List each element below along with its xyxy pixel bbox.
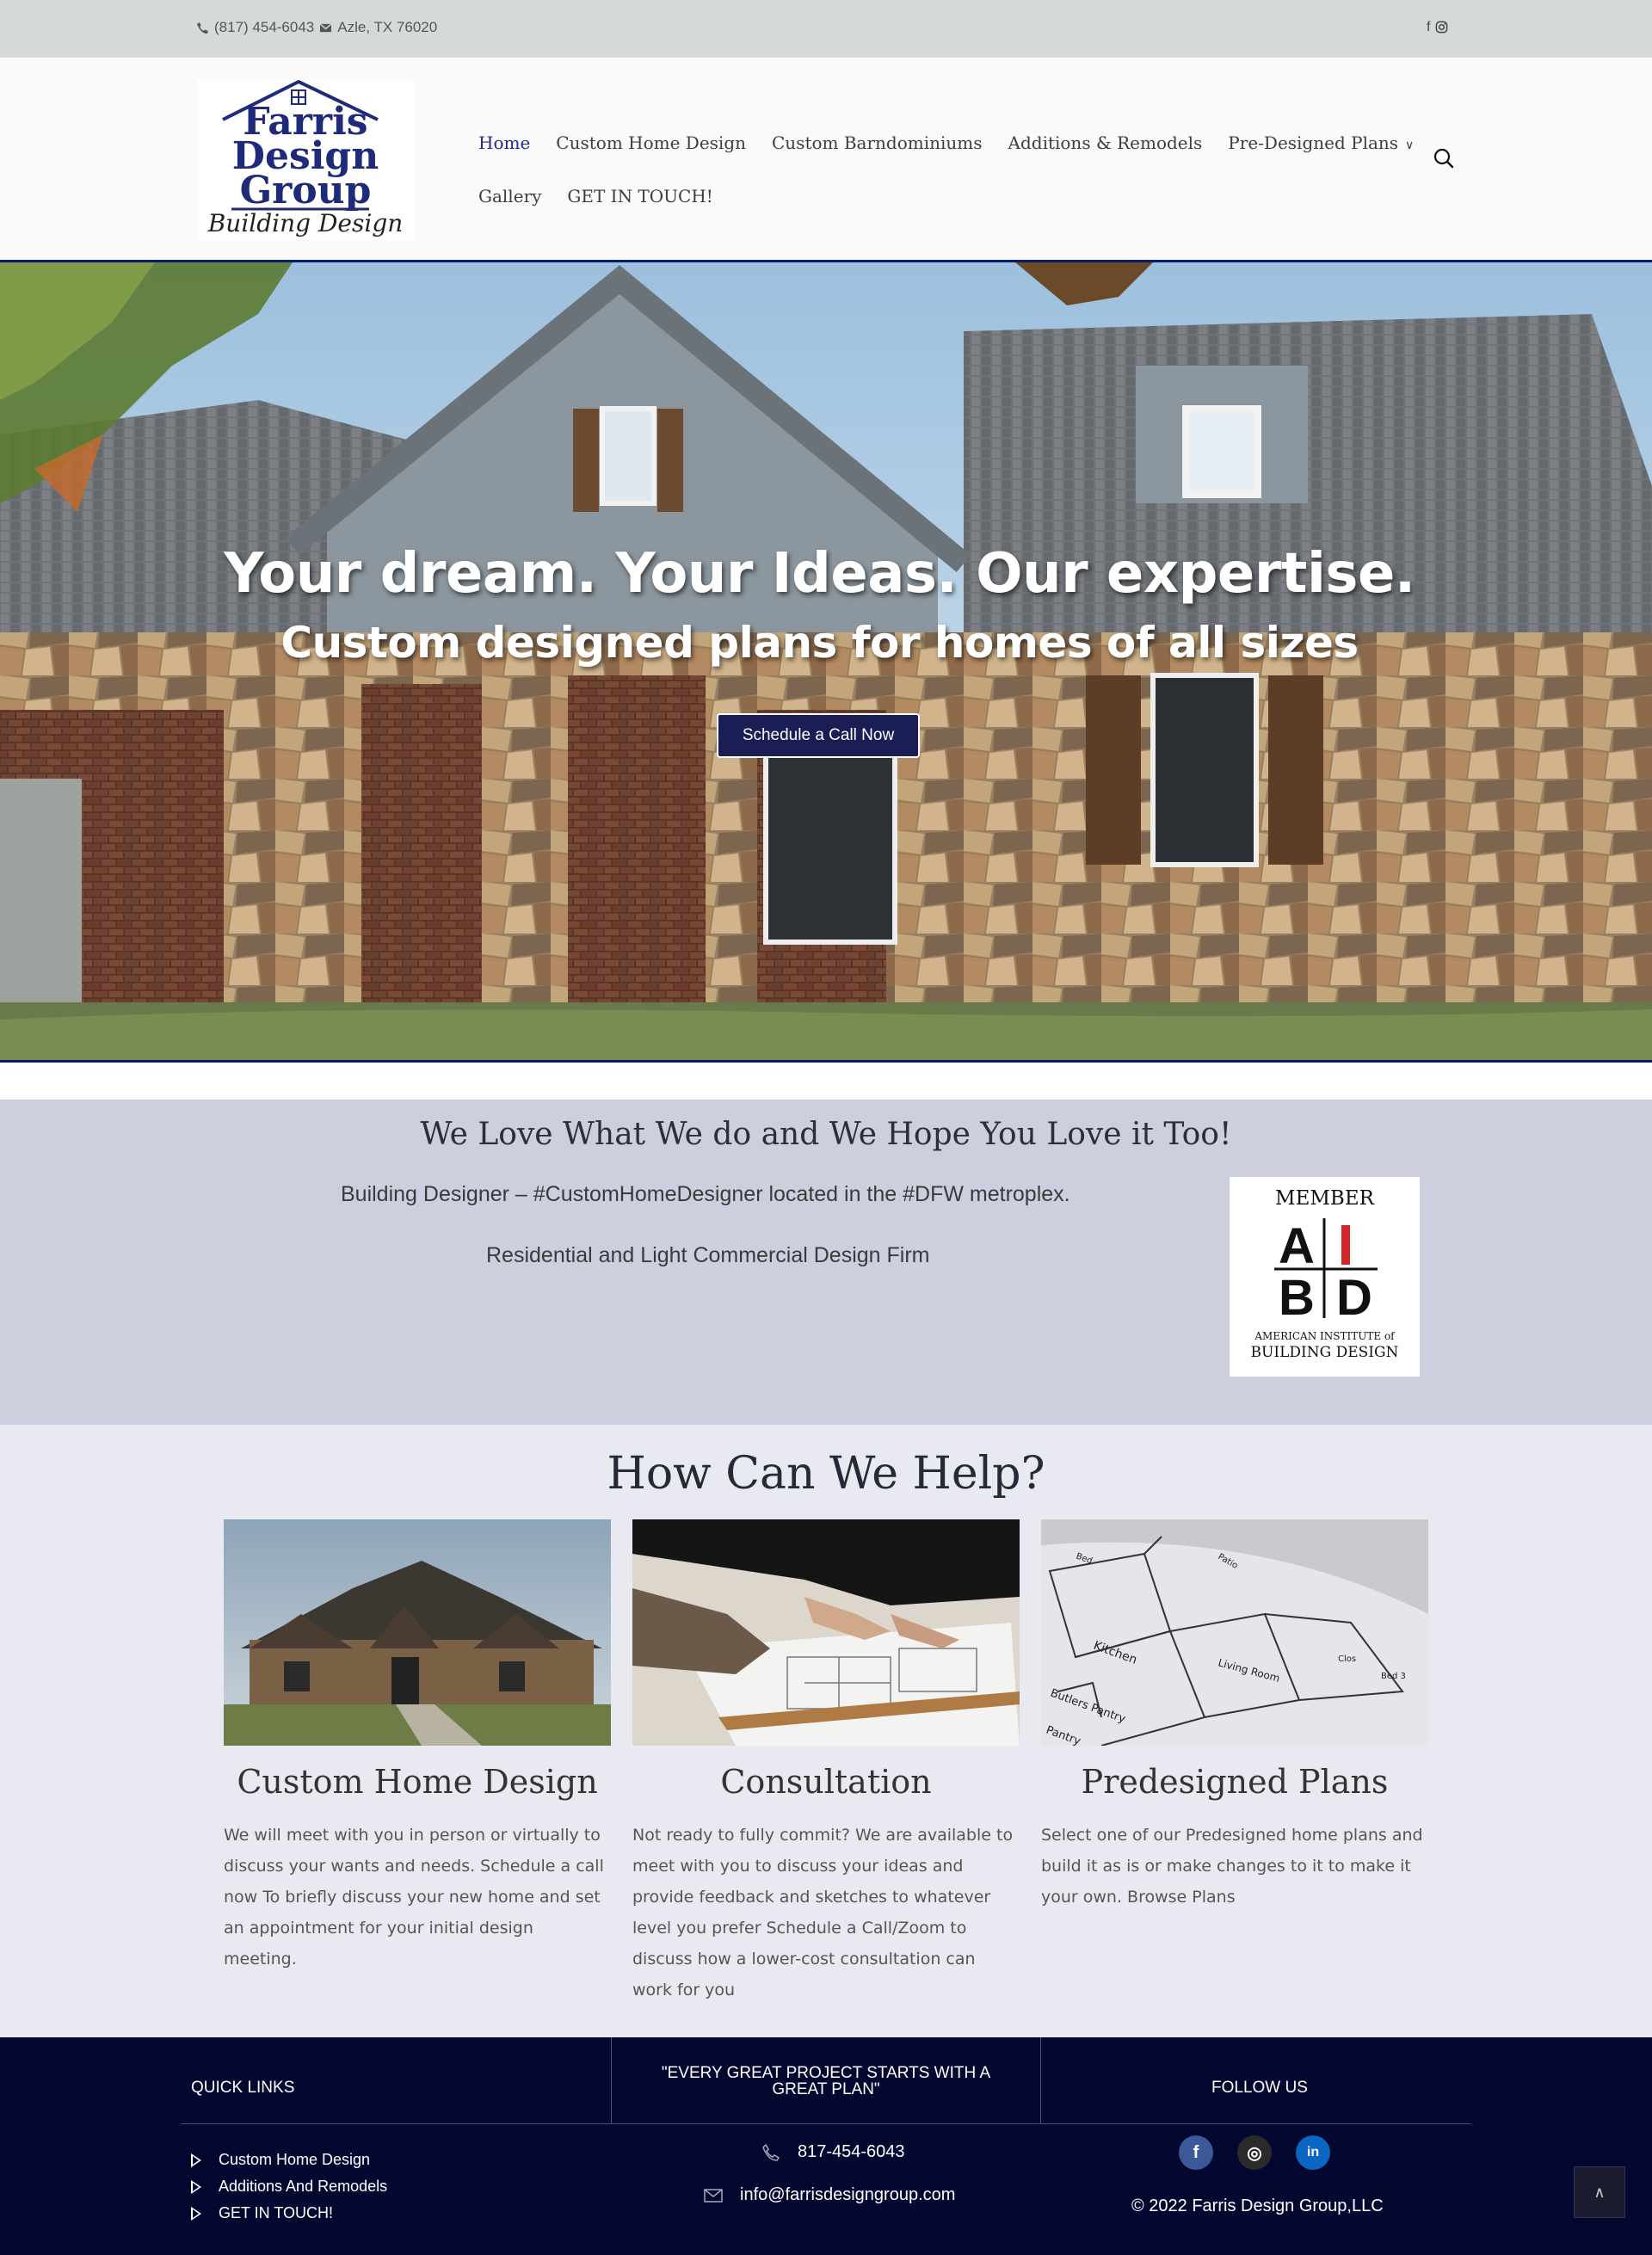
services-heading: How Can We Help? xyxy=(607,1448,1045,1500)
about-firm-type: Residential and Light Commercial Design … xyxy=(486,1243,930,1267)
site-footer: QUICK LINKS "EVERY GREAT PROJECT STARTS … xyxy=(0,2037,1652,2255)
nav-custom-home-design[interactable]: Custom Home Design xyxy=(556,132,746,153)
about-heading: We Love What We do and We Hope You Love … xyxy=(420,1117,1232,1152)
service-description: Select one of our Predesigned home plans… xyxy=(1041,1826,1423,1907)
play-triangle-icon xyxy=(191,2206,201,2221)
footer-divider xyxy=(1040,2037,1041,2123)
site-header: Farris Design Group Building Design Home… xyxy=(0,58,1652,262)
nav-custom-barndominiums[interactable]: Custom Barndominiums xyxy=(772,132,983,153)
hero-headline: Your dream. Your Ideas. Our expertise. xyxy=(224,542,1415,606)
service-description: We will meet with you in person or virtu… xyxy=(224,1826,604,1969)
location-text: Azle, TX 76020 xyxy=(337,19,438,35)
quick-link-item[interactable]: Additions And Remodels xyxy=(191,2173,387,2200)
linkedin-icon[interactable]: in xyxy=(1296,2135,1330,2170)
service-card-predesigned: Kitchen Butlers Pantry Living Room Clos … xyxy=(1041,1519,1428,1913)
quick-link-item[interactable]: Custom Home Design xyxy=(191,2147,387,2173)
facebook-icon[interactable]: f xyxy=(1179,2135,1213,2170)
quick-link-label: Custom Home Design xyxy=(219,2151,371,2168)
nav-get-in-touch[interactable]: GET IN TOUCH! xyxy=(567,186,712,206)
consultation-photo xyxy=(632,1519,1020,1746)
footer-divider xyxy=(611,2037,612,2123)
logo-word-3: Group xyxy=(239,169,372,213)
about-description: Building Designer – #CustomHomeDesigner … xyxy=(341,1182,1070,1206)
footer-phone-number: 817-454-6043 xyxy=(798,2142,905,2161)
envelope-icon xyxy=(704,2188,723,2203)
footer-phone[interactable]: 817-454-6043 xyxy=(761,2142,905,2162)
chevron-down-icon[interactable]: ∨ xyxy=(1405,139,1414,152)
follow-us-title: FOLLOW US xyxy=(1211,2079,1308,2097)
site-logo[interactable]: Farris Design Group Building Design xyxy=(197,80,414,240)
nav-home[interactable]: Home xyxy=(478,132,530,153)
footer-social-icons: f ◎ in xyxy=(1179,2135,1330,2170)
service-card-consultation: Consultation Not ready to fully commit? … xyxy=(632,1519,1020,2005)
service-title: Consultation xyxy=(720,1763,932,1801)
about-section: We Love What We do and We Hope You Love … xyxy=(0,1100,1652,1425)
quick-links-list: Custom Home Design Additions And Remodel… xyxy=(191,2147,387,2227)
hero-section: Your dream. Your Ideas. Our expertise. C… xyxy=(0,262,1652,1063)
chevron-up-icon: ∧ xyxy=(1593,2183,1606,2202)
service-description: Not ready to fully commit? We are availa… xyxy=(632,1826,1014,1999)
main-nav: Home Custom Home Design Custom Barndomin… xyxy=(478,116,1414,223)
nav-additions-remodels[interactable]: Additions & Remodels xyxy=(1008,132,1203,153)
svg-text:B: B xyxy=(1279,1270,1315,1326)
badge-org-line2: BUILDING DESIGN xyxy=(1250,1344,1399,1361)
badge-org-line1: AMERICAN INSTITUTE of xyxy=(1254,1330,1395,1342)
instagram-icon[interactable]: ◎ xyxy=(1237,2135,1272,2170)
phone-number[interactable]: (817) 454-6043 xyxy=(214,19,314,36)
svg-text:A: A xyxy=(1279,1218,1315,1274)
footer-email-address: info@farrisdesigngroup.com xyxy=(740,2185,956,2204)
top-bar: (817) 454-6043 Azle, TX 76020 f xyxy=(0,0,1652,58)
svg-text:Clos: Clos xyxy=(1338,1654,1356,1664)
floor-plan-photo: Kitchen Butlers Pantry Living Room Clos … xyxy=(1041,1519,1428,1746)
quick-link-label: Additions And Remodels xyxy=(219,2178,388,2195)
badge-member-label: MEMBER xyxy=(1275,1187,1374,1210)
service-title: Predesigned Plans xyxy=(1081,1763,1389,1801)
services-section: How Can We Help? Custom Home Design We w… xyxy=(0,1425,1652,2037)
phone-icon xyxy=(196,22,209,34)
service-card-custom-home: Custom Home Design We will meet with you… xyxy=(224,1519,611,1975)
nav-pre-designed-plans-label: Pre-Designed Plans xyxy=(1228,132,1399,153)
svg-text:D: D xyxy=(1336,1270,1372,1326)
play-triangle-icon xyxy=(191,2153,201,2167)
search-icon[interactable] xyxy=(1433,147,1455,169)
envelope-icon xyxy=(319,22,332,32)
quick-link-label: GET IN TOUCH! xyxy=(219,2204,334,2221)
quick-links-title: QUICK LINKS xyxy=(191,2079,295,2097)
hero-subheadline: Custom designed plans for homes of all s… xyxy=(280,618,1359,668)
play-triangle-icon xyxy=(191,2179,201,2194)
logo-tagline: Building Design xyxy=(207,209,404,237)
schedule-call-button[interactable]: Schedule a Call Now xyxy=(717,713,920,758)
nav-gallery[interactable]: Gallery xyxy=(478,186,541,206)
topbar-social: f xyxy=(1427,20,1448,35)
copyright-text: © 2022 Farris Design Group,LLC xyxy=(1131,2196,1384,2215)
custom-home-photo xyxy=(224,1519,611,1746)
quick-link-item[interactable]: GET IN TOUCH! xyxy=(191,2200,387,2227)
footer-quote: "EVERY GREAT PROJECT STARTS WITH A GREAT… xyxy=(661,2064,991,2098)
contact-info: (817) 454-6043 Azle, TX 76020 xyxy=(196,19,437,36)
instagram-icon[interactable] xyxy=(1435,21,1448,34)
footer-email[interactable]: info@farrisdesigngroup.com xyxy=(704,2185,955,2205)
aibd-member-badge: A B D MEMBER AMERICAN INSTITUTE of BUILD… xyxy=(1230,1177,1420,1377)
svg-text:Bed 3: Bed 3 xyxy=(1381,1672,1406,1681)
phone-icon xyxy=(762,2143,780,2161)
service-title: Custom Home Design xyxy=(237,1763,598,1801)
facebook-icon[interactable]: f xyxy=(1427,20,1430,35)
scroll-to-top-button[interactable]: ∧ xyxy=(1574,2166,1625,2218)
nav-pre-designed-plans[interactable]: Pre-Designed Plans ∨ xyxy=(1228,132,1414,153)
footer-divider xyxy=(181,2123,1471,2124)
